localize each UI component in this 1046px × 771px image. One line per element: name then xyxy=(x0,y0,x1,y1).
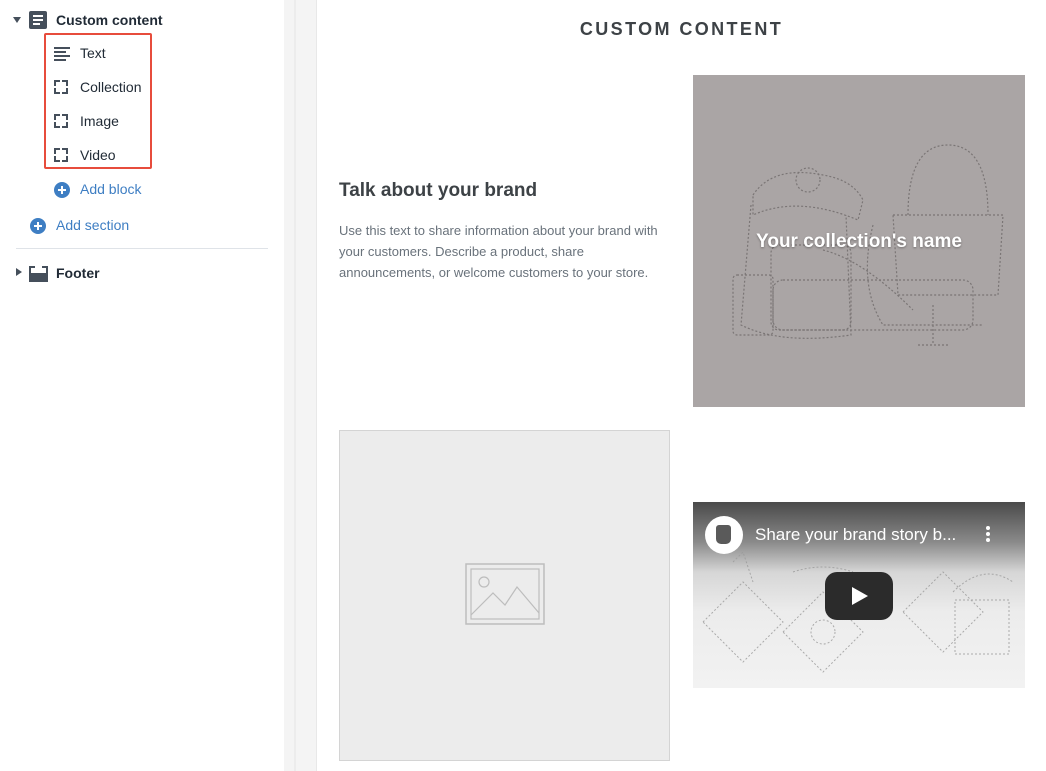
text-block-heading: Talk about your brand xyxy=(339,180,538,201)
document-icon xyxy=(29,11,47,29)
preview-gutter xyxy=(284,0,317,771)
section-label: Footer xyxy=(56,265,100,281)
section-custom-content[interactable]: Custom content xyxy=(0,8,284,32)
section-footer[interactable]: Footer xyxy=(0,261,284,285)
plus-circle-icon xyxy=(54,182,70,198)
more-vertical-icon[interactable] xyxy=(986,526,990,542)
plus-circle-icon xyxy=(30,218,46,234)
block-item-label: Image xyxy=(80,113,119,129)
add-block-label: Add block xyxy=(80,181,142,197)
collection-block[interactable]: Your collection's name xyxy=(693,75,1025,407)
landscape-image-icon xyxy=(465,563,545,625)
add-section-label: Add section xyxy=(56,217,130,233)
video-title[interactable]: Share your brand story b... xyxy=(755,525,956,545)
text-lines-icon xyxy=(54,47,70,61)
block-item-collection[interactable]: Collection xyxy=(52,77,172,99)
text-block-body: Use this text to share information about… xyxy=(339,223,658,280)
dashed-square-icon xyxy=(54,80,68,94)
dashed-square-icon xyxy=(54,148,68,162)
block-item-image[interactable]: Image xyxy=(52,111,172,133)
play-button[interactable] xyxy=(825,572,893,620)
collection-name: Your collection's name xyxy=(756,231,962,252)
page-title: CUSTOM CONTENT xyxy=(579,19,784,39)
section-label: Custom content xyxy=(56,12,163,28)
image-block-placeholder[interactable] xyxy=(339,430,670,761)
footer-layout-icon xyxy=(29,266,48,282)
caret-right-icon[interactable] xyxy=(16,268,22,276)
block-item-text[interactable]: Text xyxy=(52,43,172,65)
caret-down-icon[interactable] xyxy=(13,17,21,23)
theme-editor-sidebar: Custom content Text Collection Image Vid… xyxy=(0,0,284,771)
storefront-preview: CUSTOM CONTENT Talk about your brand Use… xyxy=(317,0,1046,771)
add-section-button[interactable]: Add section xyxy=(30,215,150,237)
dashed-square-icon xyxy=(54,114,68,128)
video-block[interactable]: Share your brand story b... xyxy=(693,502,1025,688)
block-item-label: Collection xyxy=(80,79,142,95)
block-item-label: Text xyxy=(80,45,106,61)
sidebar-divider xyxy=(16,248,268,249)
block-item-label: Video xyxy=(80,147,116,163)
shopify-logo-icon xyxy=(705,516,743,554)
block-item-video[interactable]: Video xyxy=(52,145,172,167)
add-block-button[interactable]: Add block xyxy=(54,179,164,201)
